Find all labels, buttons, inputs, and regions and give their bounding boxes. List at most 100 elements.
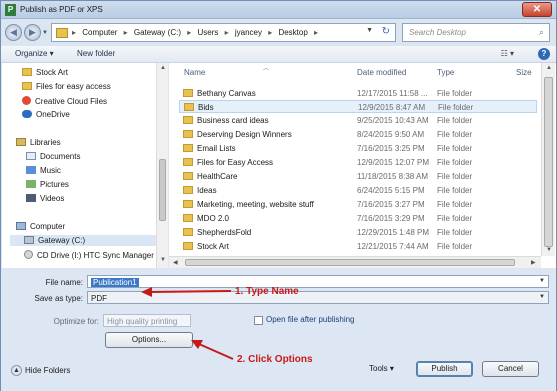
nav-item-label: OneDrive [36, 110, 70, 119]
scroll-thumb[interactable] [544, 77, 553, 247]
search-input[interactable]: Search Desktop ⌕ [402, 23, 550, 42]
table-row[interactable]: Business card ideas 9/25/2015 10:43 AM F… [179, 114, 537, 127]
nav-item-onedrive[interactable]: OneDrive [22, 110, 70, 119]
chevron-down-icon[interactable]: ▼ [539, 294, 545, 300]
file-list-horizontal-scrollbar[interactable]: ◀ ▶ [169, 256, 541, 268]
nav-item-gateway-drive[interactable]: Gateway (C:) [10, 235, 156, 246]
table-row[interactable]: Marketing, meeting, website stuff 7/16/2… [179, 198, 537, 211]
file-type: File folder [437, 200, 473, 209]
pictures-icon [26, 180, 36, 188]
file-date: 8/24/2015 9:50 AM [357, 130, 425, 139]
column-header-name[interactable]: Name [184, 68, 205, 77]
refresh-icon[interactable]: ↻ [382, 26, 390, 37]
table-row[interactable]: HealthCare 11/18/2015 8:38 AM File folde… [179, 170, 537, 183]
tools-button[interactable]: Tools ▾ [369, 364, 394, 373]
file-type: File folder [437, 242, 473, 251]
table-row[interactable]: Files for Easy Access 12/9/2015 12:07 PM… [179, 156, 537, 169]
organize-button[interactable]: Organize ▾ [15, 49, 54, 58]
window-title: Publish as PDF or XPS [20, 5, 103, 14]
options-button[interactable]: Options... [105, 332, 193, 348]
breadcrumb-user[interactable]: jyancey [235, 28, 262, 37]
column-header-size[interactable]: Size [516, 68, 532, 77]
publish-dialog: P Publish as PDF or XPS ✕ ◀ ▶ ▼ ▸ Comput… [0, 0, 557, 391]
creative-cloud-icon [22, 96, 31, 105]
breadcrumb-separator[interactable]: ▸ [225, 28, 229, 37]
scroll-up-icon[interactable]: ▲ [160, 65, 166, 71]
scroll-right-icon[interactable]: ▶ [531, 259, 536, 266]
optimize-for-value: High quality printing [103, 314, 191, 327]
tools-label: Tools [369, 364, 388, 373]
nav-item-files-easy-access[interactable]: Files for easy access [22, 82, 111, 91]
breadcrumb-users[interactable]: Users [197, 28, 218, 37]
breadcrumb-separator[interactable]: ▸ [268, 28, 272, 37]
address-dropdown-icon[interactable]: ▼ [366, 27, 373, 34]
nav-item-creative-cloud[interactable]: Creative Cloud Files [22, 96, 107, 106]
nav-item-label: Gateway (C:) [38, 236, 86, 245]
navigation-bar: ◀ ▶ ▼ ▸ Computer ▸ Gateway (C:) ▸ Users … [1, 19, 556, 46]
table-row[interactable]: Bids 12/9/2015 8:47 AM File folder [179, 100, 537, 113]
breadcrumb-separator[interactable]: ▸ [72, 28, 76, 37]
file-name: MDO 2.0 [197, 214, 230, 223]
nav-item-music[interactable]: Music [26, 166, 61, 175]
file-list-vertical-scrollbar[interactable]: ▲ ▼ [541, 63, 555, 256]
close-button[interactable]: ✕ [522, 2, 552, 17]
file-type: File folder [437, 214, 473, 223]
publish-button[interactable]: Publish [416, 361, 473, 377]
nav-item-label: Music [40, 166, 61, 175]
open-after-publishing-label[interactable]: Open file after publishing [266, 315, 355, 324]
column-header-date[interactable]: Date modified [357, 68, 406, 77]
column-header-type[interactable]: Type [437, 68, 454, 77]
address-bar[interactable]: ▸ Computer ▸ Gateway (C:) ▸ Users ▸ jyan… [51, 23, 396, 42]
file-type: File folder [437, 89, 473, 98]
nav-item-pictures[interactable]: Pictures [26, 180, 69, 189]
nav-pane-scrollbar[interactable]: ▲ ▼ [156, 63, 168, 268]
breadcrumb-computer[interactable]: Computer [82, 28, 117, 37]
file-name-input[interactable]: Publication1 ▼ [87, 275, 549, 288]
table-row[interactable]: Deserving Design Winners 8/24/2015 9:50 … [179, 128, 537, 141]
scroll-up-icon[interactable]: ▲ [546, 65, 552, 71]
scroll-down-icon[interactable]: ▼ [160, 257, 166, 263]
nav-item-libraries[interactable]: Libraries [16, 138, 61, 147]
file-date: 12/21/2015 7:44 AM [357, 242, 429, 251]
table-row[interactable]: ShepherdsFold 12/29/2015 1:48 PM File fo… [179, 226, 537, 239]
table-row[interactable]: MDO 2.0 7/16/2015 3:29 PM File folder [179, 212, 537, 225]
cancel-button[interactable]: Cancel [482, 361, 539, 377]
back-arrow-icon[interactable]: ◀ [5, 24, 22, 41]
scroll-left-icon[interactable]: ◀ [173, 259, 178, 266]
recent-pages-dropdown-icon[interactable]: ▼ [42, 30, 48, 36]
table-row[interactable]: Email Lists 7/16/2015 3:25 PM File folde… [179, 142, 537, 155]
chevron-down-icon[interactable]: ▼ [539, 278, 545, 284]
breadcrumb-separator[interactable]: ▸ [124, 28, 128, 37]
help-icon[interactable]: ? [538, 48, 550, 60]
file-type: File folder [437, 228, 473, 237]
search-icon[interactable]: ⌕ [539, 27, 544, 38]
scroll-down-icon[interactable]: ▼ [546, 247, 552, 253]
scroll-thumb[interactable] [185, 259, 515, 266]
table-row[interactable]: Ideas 6/24/2015 5:15 PM File folder [179, 184, 537, 197]
table-row[interactable]: Bethany Canvas 12/17/2015 11:58 ... File… [179, 87, 537, 100]
chevron-up-icon[interactable]: ▲ [11, 365, 22, 376]
save-as-type-select[interactable]: PDF ▼ [87, 291, 549, 304]
open-after-publishing-checkbox[interactable] [254, 316, 263, 325]
file-date: 12/9/2015 8:47 AM [358, 103, 426, 112]
nav-item-computer[interactable]: Computer [16, 222, 65, 231]
file-date: 7/16/2015 3:27 PM [357, 200, 425, 209]
nav-item-cd-drive[interactable]: CD Drive (I:) HTC Sync Manager [24, 250, 154, 260]
hide-folders-button[interactable]: Hide Folders [25, 366, 70, 375]
file-date: 11/18/2015 8:38 AM [357, 172, 429, 181]
scroll-thumb[interactable] [159, 159, 166, 221]
breadcrumb-separator[interactable]: ▸ [187, 28, 191, 37]
breadcrumb-desktop[interactable]: Desktop [278, 28, 307, 37]
command-bar: Organize ▾ New folder ☷ ▾ ? [1, 46, 556, 63]
change-view-icon[interactable]: ☷ ▾ [501, 49, 514, 58]
nav-item-stock-art[interactable]: Stock Art [22, 68, 68, 77]
annotation-step1: 1. Type Name [235, 286, 299, 297]
forward-arrow-icon[interactable]: ▶ [24, 24, 41, 41]
nav-item-videos[interactable]: Videos [26, 194, 64, 203]
breadcrumb-separator[interactable]: ▸ [314, 28, 318, 37]
table-row[interactable]: Stock Art 12/21/2015 7:44 AM File folder [179, 240, 537, 253]
folder-icon [56, 28, 68, 38]
nav-item-documents[interactable]: Documents [26, 152, 80, 161]
new-folder-button[interactable]: New folder [77, 49, 115, 58]
breadcrumb-drive[interactable]: Gateway (C:) [134, 28, 181, 37]
